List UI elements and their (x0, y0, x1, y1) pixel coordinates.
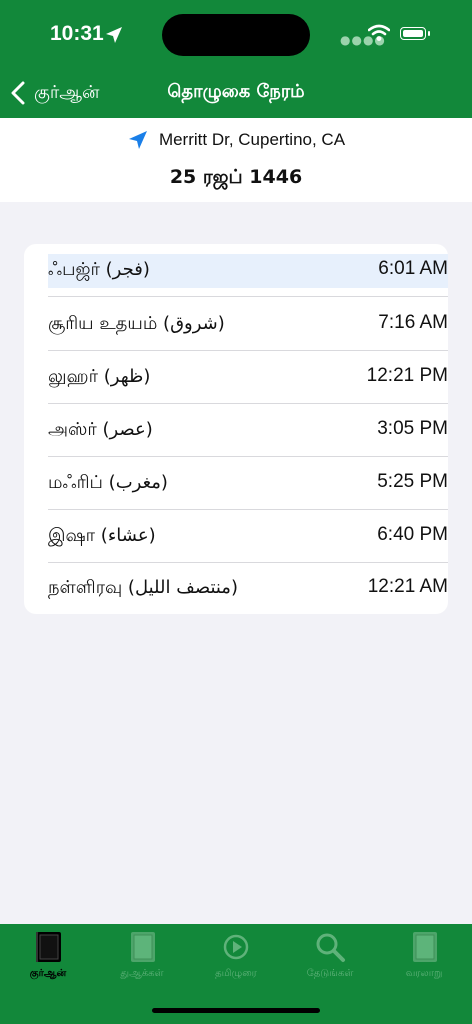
prayer-row-fajr: ஃபஜ்ர் (فجر) 6:01 AM (48, 244, 448, 297)
location-panel: Merritt Dr, Cupertino, CA 25 ரஜப் 1446 (0, 118, 472, 202)
prayer-row-maghrib: மஃரிப் (مغرب) 5:25 PM (48, 457, 448, 510)
play-circle-icon (223, 934, 249, 960)
dynamic-island (162, 14, 310, 56)
book-icon (131, 932, 155, 962)
prayer-name: இஷா (عشاء) (48, 525, 156, 546)
prayer-name: அஸ்ர் (عصر) (48, 419, 153, 440)
hijri-date: 25 ரஜப் 1446 (169, 166, 303, 188)
prayer-time: 12:21 PM (366, 365, 448, 386)
tab-label: வரலாறு (405, 968, 443, 979)
prayer-time: 6:01 AM (378, 258, 448, 279)
tab-search[interactable]: தேடுங்கள் (290, 930, 370, 990)
prayer-row-dhuhr: லுஹர் (ظهر) 12:21 PM (48, 351, 448, 404)
prayer-time: 7:16 AM (378, 312, 448, 333)
prayer-row-midnight: நள்ளிரவு (منتصف الليل) 12:21 AM (48, 562, 448, 614)
tab-duas[interactable]: துஆக்கள் (102, 930, 182, 990)
prayer-name: மஃரிப் (مغرب) (48, 472, 168, 493)
status-time: 10:31 (50, 22, 104, 45)
page-title: தொழுகை நேரம் (167, 81, 305, 102)
prayer-times-list: ஃபஜ்ர் (فجر) 6:01 AM சூரிய உதயம் (شروق) … (24, 244, 448, 614)
tab-quran[interactable]: குர்ஆன் (8, 930, 88, 990)
prayer-name: ஃபஜ்ர் (فجر) (48, 259, 150, 280)
prayer-row-isha: இஷா (عشاء) 6:40 PM (48, 510, 448, 563)
prayer-time: 6:40 PM (377, 524, 448, 545)
battery-cap (428, 31, 430, 36)
wifi-icon (368, 24, 390, 41)
tab-label: துஆக்கள் (120, 968, 164, 979)
home-indicator (152, 1008, 320, 1013)
tab-tafsir[interactable]: தமிழுரை (196, 930, 276, 990)
prayer-time: 12:21 AM (367, 576, 448, 597)
book-icon (413, 932, 437, 962)
location-arrow-icon (128, 131, 147, 149)
tab-label: தேடுங்கள் (306, 968, 354, 979)
location-row[interactable]: Merritt Dr, Cupertino, CA (0, 129, 472, 151)
prayer-name: நள்ளிரவு (منتصف الليل) (48, 577, 238, 598)
prayer-time: 3:05 PM (377, 418, 448, 439)
tab-label: தமிழுரை (215, 968, 257, 979)
prayer-time: 5:25 PM (377, 471, 448, 492)
prayer-name: சூரிய உதயம் (شروق) (48, 313, 225, 334)
book-icon (36, 932, 61, 962)
tab-history[interactable]: வரலாறு (384, 930, 464, 990)
location-text: Merritt Dr, Cupertino, CA (158, 130, 346, 149)
search-icon (316, 933, 345, 962)
prayer-row-asr: அஸ்ர் (عصر) 3:05 PM (48, 404, 448, 457)
prayer-row-sunrise: சூரிய உதயம் (شروق) 7:16 AM (48, 298, 448, 351)
prayer-name: லுஹர் (ظهر) (48, 366, 151, 387)
nav-header: 10:31 ●●●● குர்ஆன் தொழுகை நேரம் (0, 0, 472, 118)
location-arrow-icon (106, 27, 122, 43)
tab-label: குர்ஆன் (29, 968, 67, 979)
battery-icon (400, 27, 426, 40)
